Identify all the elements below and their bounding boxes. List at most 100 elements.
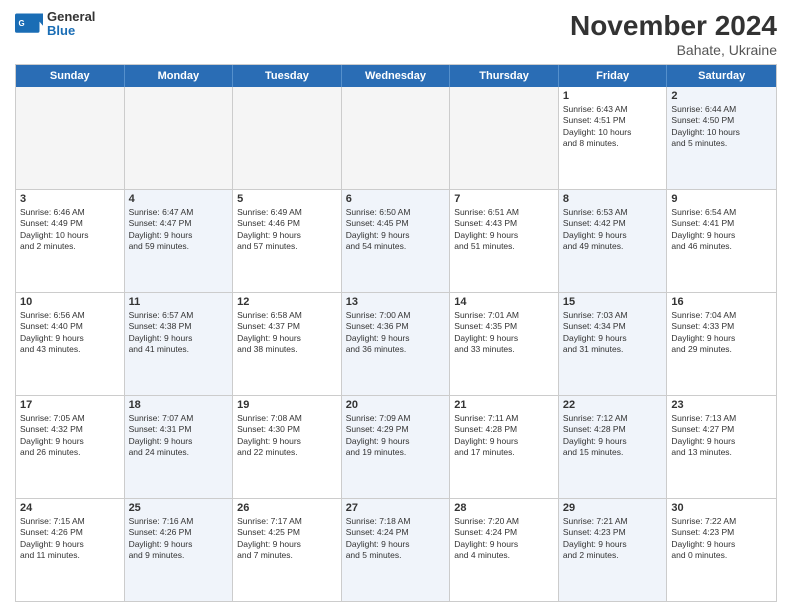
cal-day-6: 6 Sunrise: 6:50 AMSunset: 4:45 PMDaylight…	[342, 190, 451, 292]
cal-header-friday: Friday	[559, 65, 668, 87]
day-info: Sunrise: 7:04 AMSunset: 4:33 PMDaylight:…	[671, 310, 772, 356]
cal-day-30: 30 Sunrise: 7:22 AMSunset: 4:23 PMDayligh…	[667, 499, 776, 601]
day-number: 24	[20, 502, 120, 514]
day-number: 8	[563, 193, 663, 205]
cal-day-21: 21 Sunrise: 7:11 AMSunset: 4:28 PMDayligh…	[450, 396, 559, 498]
cal-week-1: 3Sunrise: 6:46 AMSunset: 4:49 PMDaylight…	[16, 190, 776, 293]
cal-day-empty	[125, 87, 234, 189]
cal-week-2: 10Sunrise: 6:56 AMSunset: 4:40 PMDayligh…	[16, 293, 776, 396]
day-number: 25	[129, 502, 229, 514]
cal-header-tuesday: Tuesday	[233, 65, 342, 87]
day-info: Sunrise: 6:50 AMSunset: 4:45 PMDaylight:…	[346, 207, 446, 253]
cal-day-11: 11 Sunrise: 6:57 AMSunset: 4:38 PMDayligh…	[125, 293, 234, 395]
cal-day-15: 15 Sunrise: 7:03 AMSunset: 4:34 PMDayligh…	[559, 293, 668, 395]
day-number: 18	[129, 399, 229, 411]
cal-day-14: 14Sunrise: 7:01 AMSunset: 4:35 PMDayligh…	[450, 293, 559, 395]
day-number: 27	[346, 502, 446, 514]
cal-week-0: 1 Sunrise: 6:43 AMSunset: 4:51 PMDaylight…	[16, 87, 776, 190]
cal-day-4: 4 Sunrise: 6:47 AMSunset: 4:47 PMDaylight…	[125, 190, 234, 292]
day-info: Sunrise: 6:53 AMSunset: 4:42 PMDaylight:…	[563, 207, 663, 253]
cal-day-25: 25 Sunrise: 7:16 AMSunset: 4:26 PMDayligh…	[125, 499, 234, 601]
day-number: 16	[671, 296, 772, 308]
day-info: Sunrise: 7:21 AMSunset: 4:23 PMDaylight:…	[563, 516, 663, 562]
cal-day-18: 18 Sunrise: 7:07 AMSunset: 4:31 PMDayligh…	[125, 396, 234, 498]
day-number: 4	[129, 193, 229, 205]
day-info: Sunrise: 6:56 AMSunset: 4:40 PMDaylight:…	[20, 310, 120, 356]
cal-day-24: 24 Sunrise: 7:15 AMSunset: 4:26 PMDayligh…	[16, 499, 125, 601]
cal-day-empty	[16, 87, 125, 189]
day-info: Sunrise: 7:09 AMSunset: 4:29 PMDaylight:…	[346, 413, 446, 459]
day-info: Sunrise: 7:18 AMSunset: 4:24 PMDaylight:…	[346, 516, 446, 562]
day-number: 5	[237, 193, 337, 205]
cal-day-8: 8 Sunrise: 6:53 AMSunset: 4:42 PMDaylight…	[559, 190, 668, 292]
cal-day-10: 10Sunrise: 6:56 AMSunset: 4:40 PMDayligh…	[16, 293, 125, 395]
cal-day-23: 23 Sunrise: 7:13 AMSunset: 4:27 PMDayligh…	[667, 396, 776, 498]
logo-icon: G	[15, 10, 43, 38]
day-number: 9	[671, 193, 772, 205]
day-info: Sunrise: 7:00 AMSunset: 4:36 PMDaylight:…	[346, 310, 446, 356]
day-info: Sunrise: 6:57 AMSunset: 4:38 PMDaylight:…	[129, 310, 229, 356]
day-number: 11	[129, 296, 229, 308]
day-info: Sunrise: 6:54 AMSunset: 4:41 PMDaylight:…	[671, 207, 772, 253]
logo-blue: Blue	[47, 24, 95, 38]
day-number: 23	[671, 399, 772, 411]
calendar-header-row: SundayMondayTuesdayWednesdayThursdayFrid…	[16, 65, 776, 87]
cal-header-saturday: Saturday	[667, 65, 776, 87]
cal-day-5: 5 Sunrise: 6:49 AMSunset: 4:46 PMDaylight…	[233, 190, 342, 292]
day-info: Sunrise: 7:15 AMSunset: 4:26 PMDaylight:…	[20, 516, 120, 562]
cal-week-3: 17Sunrise: 7:05 AMSunset: 4:32 PMDayligh…	[16, 396, 776, 499]
day-number: 21	[454, 399, 554, 411]
day-info: Sunrise: 6:46 AMSunset: 4:49 PMDaylight:…	[20, 207, 120, 253]
svg-text:G: G	[19, 19, 25, 28]
cal-day-9: 9 Sunrise: 6:54 AMSunset: 4:41 PMDaylight…	[667, 190, 776, 292]
cal-day-20: 20 Sunrise: 7:09 AMSunset: 4:29 PMDayligh…	[342, 396, 451, 498]
cal-day-17: 17Sunrise: 7:05 AMSunset: 4:32 PMDayligh…	[16, 396, 125, 498]
calendar-body: 1 Sunrise: 6:43 AMSunset: 4:51 PMDaylight…	[16, 87, 776, 601]
day-number: 28	[454, 502, 554, 514]
day-number: 12	[237, 296, 337, 308]
day-info: Sunrise: 7:07 AMSunset: 4:31 PMDaylight:…	[129, 413, 229, 459]
day-info: Sunrise: 6:49 AMSunset: 4:46 PMDaylight:…	[237, 207, 337, 253]
day-number: 15	[563, 296, 663, 308]
cal-day-3: 3Sunrise: 6:46 AMSunset: 4:49 PMDaylight…	[16, 190, 125, 292]
day-number: 13	[346, 296, 446, 308]
day-number: 6	[346, 193, 446, 205]
logo-general: General	[47, 10, 95, 24]
day-info: Sunrise: 7:11 AMSunset: 4:28 PMDaylight:…	[454, 413, 554, 459]
day-info: Sunrise: 6:44 AMSunset: 4:50 PMDaylight:…	[671, 104, 772, 150]
cal-header-monday: Monday	[125, 65, 234, 87]
month-title: November 2024	[570, 10, 777, 42]
cal-header-wednesday: Wednesday	[342, 65, 451, 87]
day-info: Sunrise: 7:22 AMSunset: 4:23 PMDaylight:…	[671, 516, 772, 562]
logo-text: General Blue	[47, 10, 95, 39]
cal-week-4: 24 Sunrise: 7:15 AMSunset: 4:26 PMDayligh…	[16, 499, 776, 601]
day-number: 2	[671, 90, 772, 102]
day-number: 26	[237, 502, 337, 514]
cal-day-22: 22 Sunrise: 7:12 AMSunset: 4:28 PMDayligh…	[559, 396, 668, 498]
day-info: Sunrise: 7:12 AMSunset: 4:28 PMDaylight:…	[563, 413, 663, 459]
day-info: Sunrise: 7:01 AMSunset: 4:35 PMDaylight:…	[454, 310, 554, 356]
day-number: 1	[563, 90, 663, 102]
day-info: Sunrise: 6:43 AMSunset: 4:51 PMDaylight:…	[563, 104, 663, 150]
cal-day-empty	[342, 87, 451, 189]
day-number: 7	[454, 193, 554, 205]
day-info: Sunrise: 6:47 AMSunset: 4:47 PMDaylight:…	[129, 207, 229, 253]
day-number: 20	[346, 399, 446, 411]
calendar: SundayMondayTuesdayWednesdayThursdayFrid…	[15, 64, 777, 602]
cal-day-29: 29Sunrise: 7:21 AMSunset: 4:23 PMDayligh…	[559, 499, 668, 601]
cal-day-26: 26Sunrise: 7:17 AMSunset: 4:25 PMDayligh…	[233, 499, 342, 601]
day-info: Sunrise: 7:16 AMSunset: 4:26 PMDaylight:…	[129, 516, 229, 562]
calendar-page: G General Blue November 2024 Bahate, Ukr…	[0, 0, 792, 612]
day-info: Sunrise: 7:03 AMSunset: 4:34 PMDaylight:…	[563, 310, 663, 356]
day-info: Sunrise: 7:13 AMSunset: 4:27 PMDaylight:…	[671, 413, 772, 459]
day-number: 30	[671, 502, 772, 514]
cal-header-thursday: Thursday	[450, 65, 559, 87]
day-info: Sunrise: 7:05 AMSunset: 4:32 PMDaylight:…	[20, 413, 120, 459]
cal-day-7: 7Sunrise: 6:51 AMSunset: 4:43 PMDaylight…	[450, 190, 559, 292]
cal-day-empty	[233, 87, 342, 189]
day-number: 22	[563, 399, 663, 411]
cal-day-28: 28 Sunrise: 7:20 AMSunset: 4:24 PMDayligh…	[450, 499, 559, 601]
cal-day-1: 1 Sunrise: 6:43 AMSunset: 4:51 PMDaylight…	[559, 87, 668, 189]
cal-day-27: 27 Sunrise: 7:18 AMSunset: 4:24 PMDayligh…	[342, 499, 451, 601]
day-info: Sunrise: 7:20 AMSunset: 4:24 PMDaylight:…	[454, 516, 554, 562]
